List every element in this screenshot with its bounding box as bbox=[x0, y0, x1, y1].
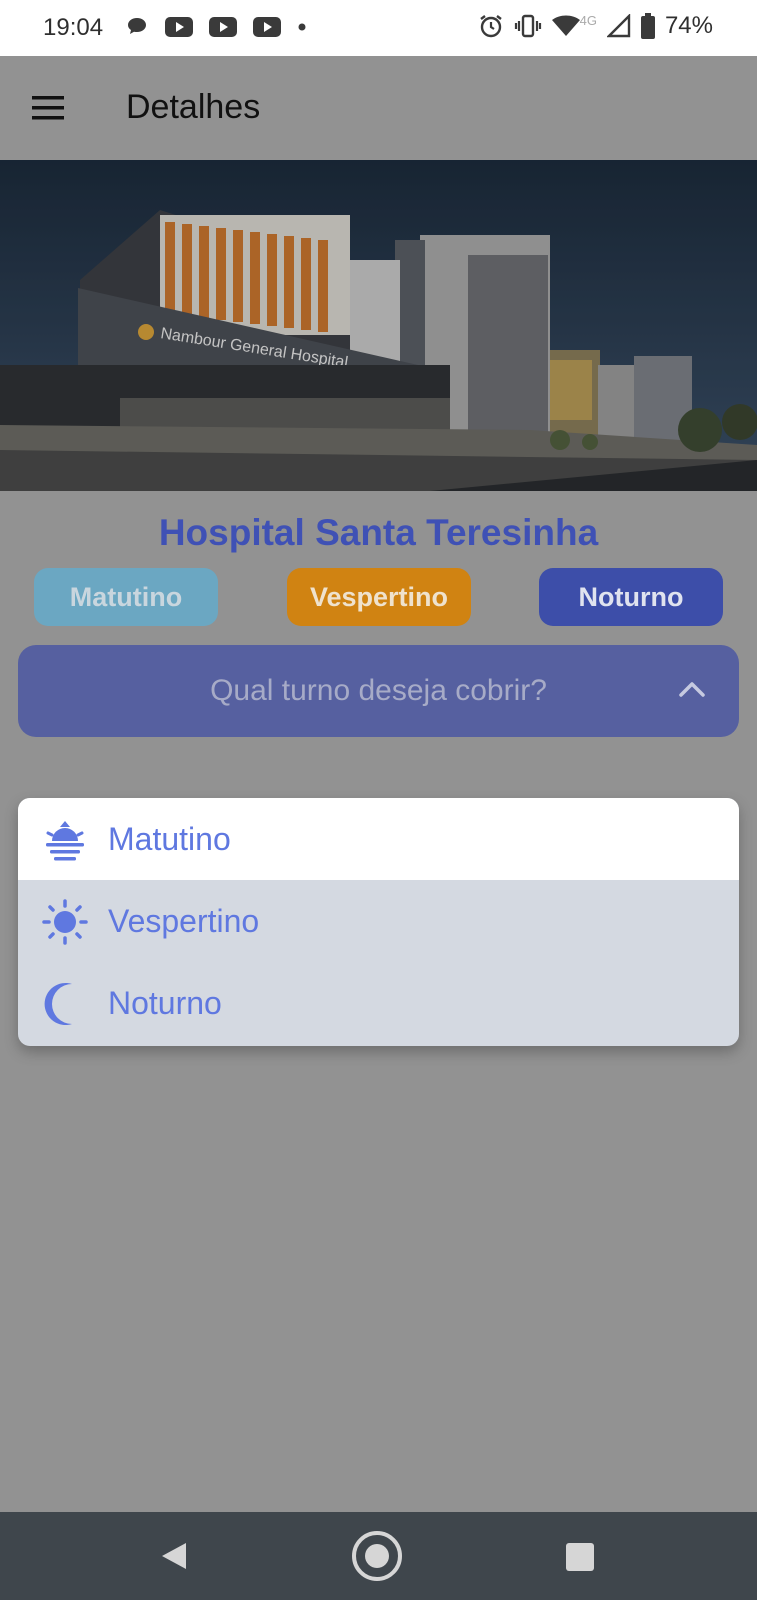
option-matutino[interactable]: Matutino bbox=[18, 798, 739, 880]
youtube-icon bbox=[165, 17, 193, 37]
navigation-bar bbox=[0, 1512, 757, 1600]
notification-icons bbox=[125, 15, 307, 39]
hospital-name: Hospital Santa Teresinha bbox=[158, 512, 599, 553]
shift-dropdown[interactable]: Qual turno deseja cobrir? bbox=[18, 645, 739, 737]
signal-icon bbox=[606, 14, 631, 38]
moon-icon bbox=[44, 983, 72, 1025]
home-icon[interactable] bbox=[351, 1530, 403, 1582]
app-bar: Detalhes bbox=[0, 56, 757, 160]
back-icon[interactable] bbox=[160, 1541, 188, 1571]
vibrate-icon bbox=[514, 14, 541, 38]
network-type: 4G bbox=[579, 12, 597, 28]
option-noturno-label: Noturno bbox=[108, 985, 222, 1021]
battery-icon bbox=[640, 13, 655, 39]
sunrise-icon bbox=[46, 821, 84, 861]
battery-percent: 74% bbox=[664, 12, 713, 39]
option-vespertino[interactable]: Vespertino bbox=[18, 880, 739, 962]
hospital-image: Nambour General Hospital bbox=[0, 160, 757, 491]
dot-icon bbox=[298, 23, 306, 31]
hamburger-menu-icon[interactable] bbox=[30, 94, 66, 122]
recent-apps-icon[interactable] bbox=[566, 1543, 594, 1571]
alarm-icon bbox=[479, 15, 502, 38]
option-vespertino-label: Vespertino bbox=[108, 903, 260, 939]
matutino-button[interactable]: Matutino bbox=[34, 568, 218, 626]
dropdown-label: Qual turno deseja cobrir? bbox=[210, 674, 547, 707]
wifi-icon bbox=[551, 15, 580, 36]
vespertino-button[interactable]: Vespertino bbox=[287, 568, 471, 626]
option-noturno[interactable]: Noturno bbox=[18, 962, 739, 1044]
chevron-up-icon bbox=[679, 682, 705, 697]
system-icons: 4G 74% bbox=[478, 12, 713, 40]
sun-icon bbox=[42, 899, 88, 945]
status-time: 19:04 bbox=[43, 14, 104, 41]
chat-icon bbox=[128, 18, 146, 34]
shift-options-menu: Matutino Vespertino Noturno bbox=[18, 798, 739, 1046]
youtube-icon bbox=[209, 17, 237, 37]
status-bar: 19:04 4G 74% bbox=[0, 0, 757, 56]
youtube-icon bbox=[253, 17, 281, 37]
page-title: Detalhes bbox=[126, 88, 261, 126]
option-matutino-label: Matutino bbox=[108, 821, 231, 857]
noturno-button[interactable]: Noturno bbox=[539, 568, 723, 626]
